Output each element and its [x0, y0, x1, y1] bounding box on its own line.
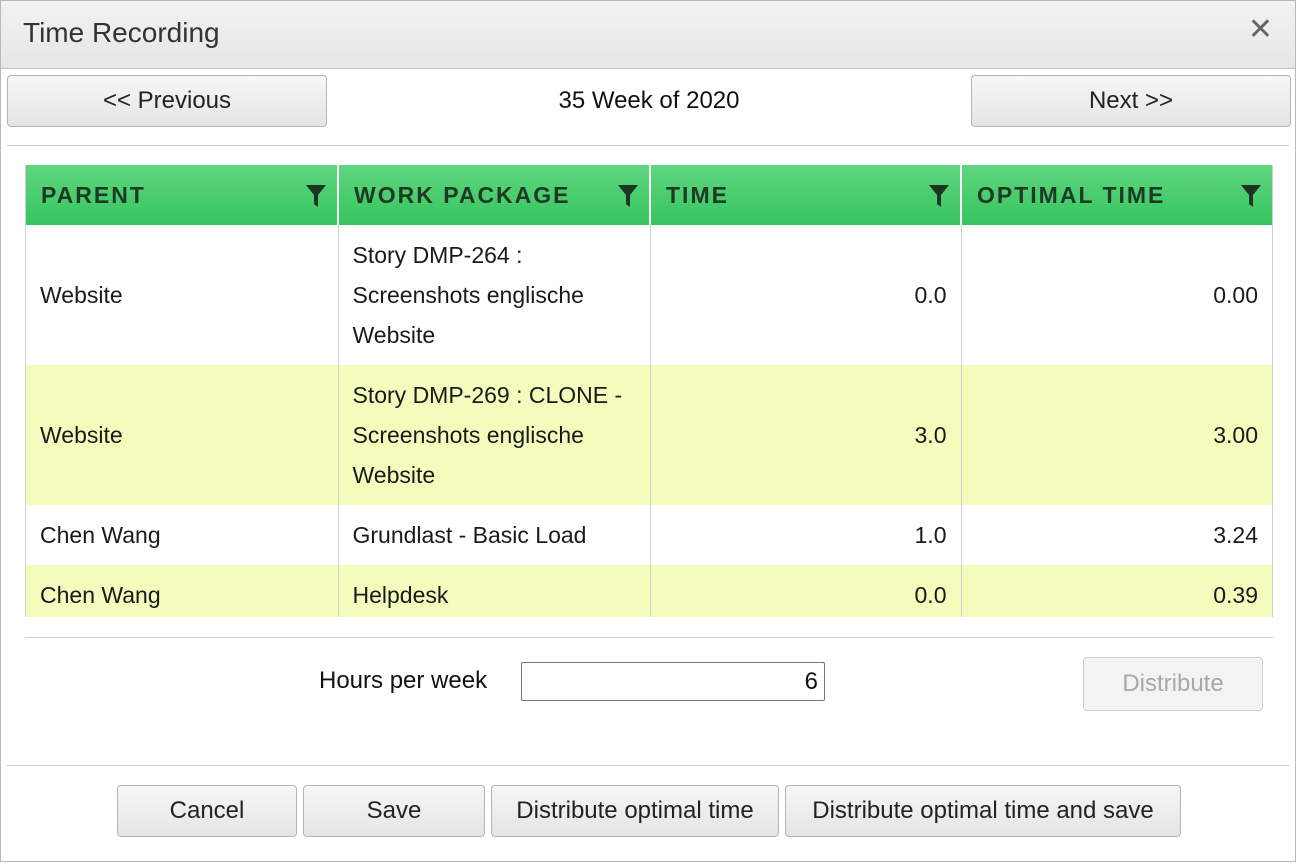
- cell-parent: Website: [26, 365, 339, 505]
- cell-work-package: Story DMP-264 : Screenshots englische We…: [338, 225, 651, 365]
- divider: [25, 637, 1273, 638]
- distribute-optimal-time-and-save-button[interactable]: Distribute optimal time and save: [785, 785, 1181, 837]
- column-header-label: TIME: [666, 181, 729, 208]
- cell-time[interactable]: 3.0: [650, 365, 962, 505]
- table-row[interactable]: Chen Wang Helpdesk 0.0 0.39: [26, 565, 1272, 617]
- work-package-grid: PARENT WORK PACKAGE TIME OPTIMAL TIME We…: [25, 165, 1273, 617]
- column-header-time[interactable]: TIME: [650, 165, 962, 225]
- column-header-work-package[interactable]: WORK PACKAGE: [338, 165, 651, 225]
- table-row[interactable]: Website Story DMP-269 : CLONE - Screensh…: [26, 365, 1272, 505]
- cell-time[interactable]: 0.0: [650, 565, 962, 617]
- filter-icon[interactable]: [928, 183, 950, 209]
- column-header-label: WORK PACKAGE: [354, 181, 571, 208]
- cell-work-package: Story DMP-269 : CLONE - Screenshots engl…: [338, 365, 651, 505]
- cell-optimal-time: 0.39: [961, 565, 1272, 617]
- previous-week-button[interactable]: << Previous: [7, 75, 327, 127]
- table-row[interactable]: Website Story DMP-264 : Screenshots engl…: [26, 225, 1272, 365]
- cell-work-package: Grundlast - Basic Load: [338, 505, 651, 565]
- cell-optimal-time: 0.00: [1213, 282, 1258, 308]
- filter-icon[interactable]: [617, 183, 639, 209]
- cell-time[interactable]: 0.0: [650, 225, 962, 365]
- hours-per-week-label: Hours per week: [319, 667, 488, 694]
- dialog-title: Time Recording: [23, 17, 220, 48]
- cell-parent: Website: [26, 225, 339, 365]
- column-header-label: PARENT: [41, 181, 146, 208]
- table-header-row: PARENT WORK PACKAGE TIME OPTIMAL TIME: [26, 165, 1272, 225]
- cell-optimal-time: 3.00: [961, 365, 1272, 505]
- hours-per-week-input[interactable]: [521, 662, 825, 701]
- cell-parent: Chen Wang: [26, 505, 339, 565]
- filter-icon[interactable]: [305, 183, 327, 209]
- filter-icon[interactable]: [1240, 183, 1262, 209]
- week-label: 35 Week of 2020: [558, 87, 740, 114]
- work-package-table: PARENT WORK PACKAGE TIME OPTIMAL TIME We…: [26, 165, 1272, 617]
- column-header-optimal-time[interactable]: OPTIMAL TIME: [961, 165, 1272, 225]
- cell-optimal-time: 3.24: [1213, 522, 1258, 548]
- cancel-button[interactable]: Cancel: [117, 785, 297, 837]
- table-row[interactable]: Chen Wang Grundlast - Basic Load 1.0 3.2…: [26, 505, 1272, 565]
- divider: [7, 765, 1289, 766]
- dialog-titlebar: Time Recording ✕: [1, 1, 1295, 69]
- time-recording-dialog: Time Recording ✕ << Previous 35 Week of …: [0, 0, 1296, 862]
- next-week-button[interactable]: Next >>: [971, 75, 1291, 127]
- column-header-parent[interactable]: PARENT: [26, 165, 339, 225]
- save-button[interactable]: Save: [303, 785, 485, 837]
- divider: [7, 145, 1289, 146]
- distribute-button[interactable]: Distribute: [1083, 657, 1263, 711]
- distribute-optimal-time-button[interactable]: Distribute optimal time: [491, 785, 779, 837]
- close-icon[interactable]: ✕: [1248, 15, 1273, 45]
- cell-parent: Chen Wang: [26, 565, 339, 617]
- cell-work-package: Helpdesk: [338, 565, 651, 617]
- column-header-label: OPTIMAL TIME: [977, 181, 1166, 208]
- cell-time[interactable]: 1.0: [650, 505, 962, 565]
